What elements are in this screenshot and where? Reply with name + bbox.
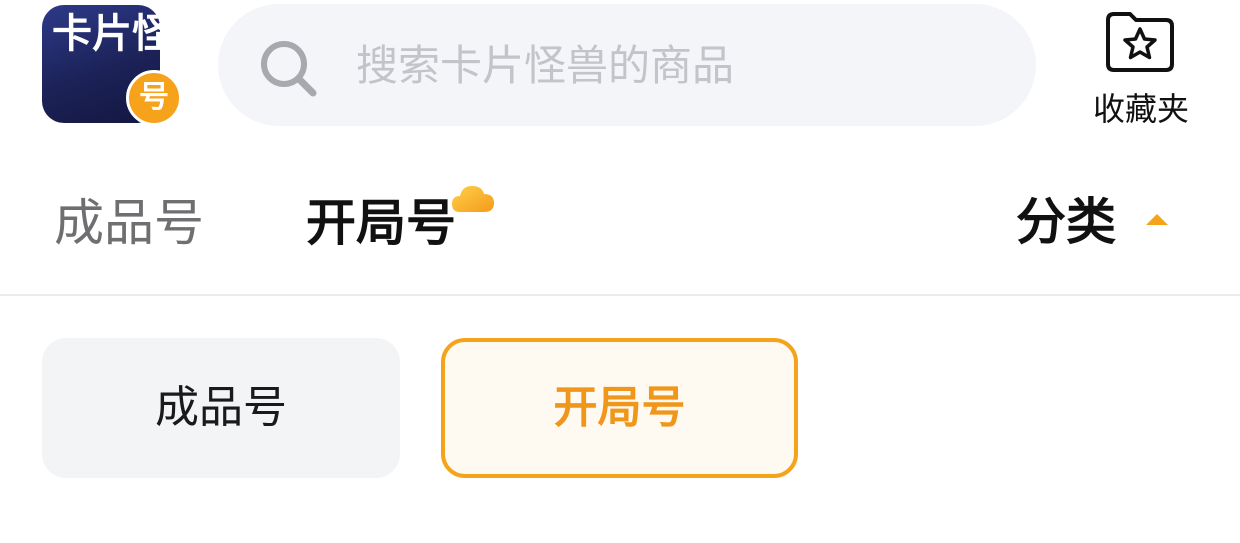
cloud-badge-icon bbox=[452, 186, 494, 212]
star-folder-icon bbox=[1106, 12, 1174, 72]
page: 卡片怪兽 号 收藏夹 成品号 开局号 分类 bbox=[0, 0, 1240, 543]
category-label: 分类 bbox=[1016, 193, 1116, 251]
option-starter-account[interactable]: 开局号 bbox=[441, 338, 798, 478]
caret-up-icon bbox=[1146, 214, 1168, 225]
search-icon bbox=[261, 41, 317, 97]
app-logo[interactable]: 卡片怪兽 号 bbox=[42, 5, 212, 126]
tab-starter-account[interactable]: 开局号 bbox=[306, 188, 456, 258]
search-bar[interactable] bbox=[218, 4, 1036, 126]
category-toggle[interactable]: 分类 bbox=[1016, 186, 1196, 258]
option-finished-account[interactable]: 成品号 bbox=[42, 338, 400, 478]
search-input[interactable] bbox=[356, 30, 976, 100]
favorites-button[interactable]: 收藏夹 bbox=[1082, 10, 1200, 128]
logo-text: 卡片怪兽 bbox=[52, 11, 212, 57]
divider bbox=[0, 294, 1240, 296]
logo-badge: 号 bbox=[126, 70, 182, 126]
favorites-label: 收藏夹 bbox=[1092, 90, 1189, 128]
tab-finished-account[interactable]: 成品号 bbox=[54, 188, 204, 258]
